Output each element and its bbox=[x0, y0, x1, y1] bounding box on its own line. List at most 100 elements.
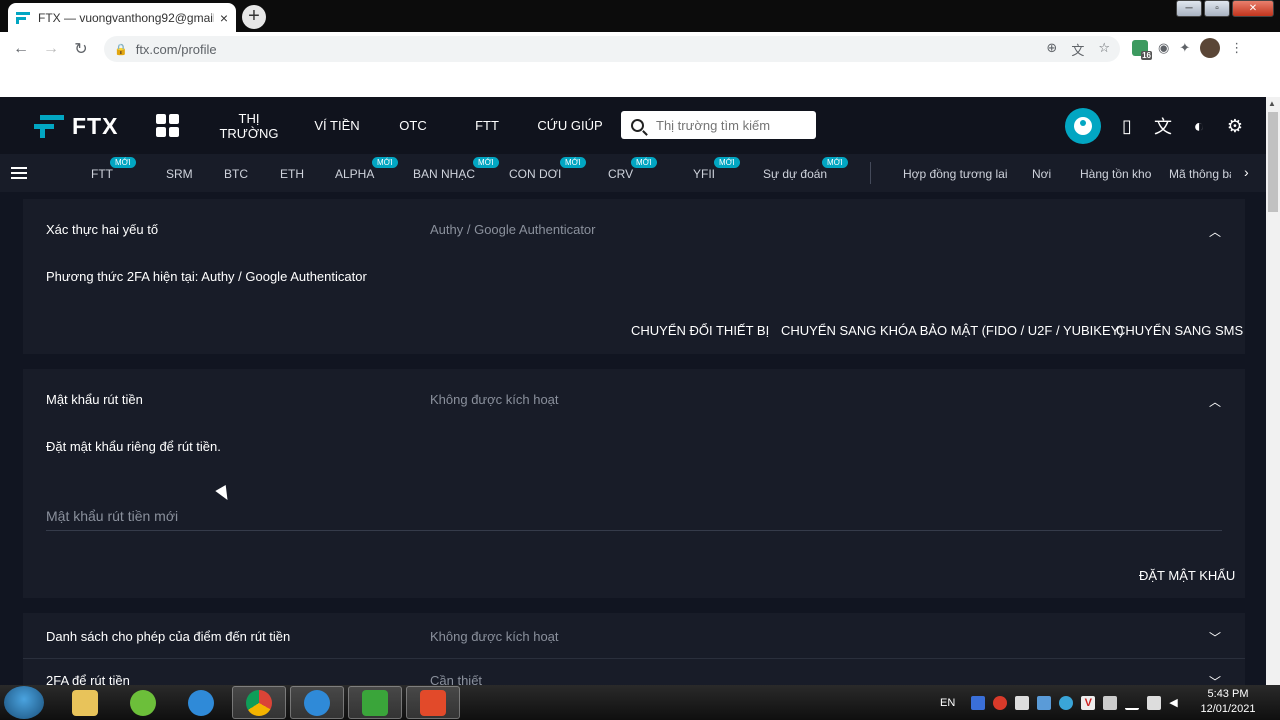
tray-app-4-icon[interactable] bbox=[1059, 695, 1074, 710]
extensions-puzzle-icon[interactable]: ✦ bbox=[1179, 40, 1190, 56]
clock-time: 5:43 PM bbox=[1207, 688, 1249, 700]
twofa-current-method: Phương thức 2FA hiện tại: Authy / Google… bbox=[46, 269, 367, 284]
profile-avatar[interactable] bbox=[1200, 38, 1221, 58]
withdraw-password-title[interactable]: Mật khẩu rút tiền bbox=[46, 392, 143, 407]
opera-tray-icon[interactable] bbox=[993, 695, 1008, 710]
twofa-withdraw-title: 2FA để rút tiền bbox=[46, 673, 130, 685]
menu-kebab-icon[interactable]: ⋮ bbox=[1230, 40, 1243, 56]
ie-2-taskbar-icon[interactable] bbox=[290, 686, 344, 719]
withdraw-password-description: Đặt mật khẩu riêng để rút tiền. bbox=[46, 439, 221, 454]
category-srm[interactable]: SRM bbox=[166, 167, 193, 181]
chevron-up-icon[interactable]: ︿ bbox=[1209, 223, 1221, 240]
app-green-taskbar-icon[interactable] bbox=[116, 686, 170, 719]
hamburger-menu-icon[interactable] bbox=[11, 167, 27, 179]
tray-device-icon[interactable] bbox=[1147, 695, 1162, 710]
category-predictions[interactable]: Sự dự đoán bbox=[763, 167, 827, 181]
maximize-button[interactable]: ▫ bbox=[1204, 0, 1230, 17]
language-icon[interactable]: 文 bbox=[1153, 113, 1173, 139]
tray-app-icon[interactable] bbox=[971, 695, 986, 710]
tray-app-3-icon[interactable] bbox=[1037, 695, 1052, 710]
category-crv[interactable]: CRV bbox=[608, 167, 633, 181]
new-tab-button[interactable]: + bbox=[242, 5, 266, 29]
taskbar-clock[interactable]: 5:43 PM 12/01/2021 bbox=[1196, 687, 1260, 717]
twofa-withdraw-panel[interactable]: 2FA để rút tiền Cần thiết ﹀ bbox=[23, 659, 1245, 685]
category-ftt[interactable]: FTT bbox=[91, 167, 113, 181]
scroll-up-icon[interactable]: ▲ bbox=[1268, 99, 1276, 108]
ftx-logo-icon bbox=[34, 114, 64, 139]
category-alpha[interactable]: ALPHA bbox=[335, 167, 374, 181]
tray-flag-icon[interactable] bbox=[1103, 695, 1118, 710]
minimize-button[interactable]: ─ bbox=[1176, 0, 1202, 17]
tray-app-2-icon[interactable] bbox=[1015, 695, 1030, 710]
tray-v-icon[interactable]: V bbox=[1081, 695, 1096, 710]
category-spot[interactable]: Nơi bbox=[1032, 167, 1051, 181]
tab-close-icon[interactable]: × bbox=[220, 10, 228, 26]
nav-ftt[interactable]: FTT bbox=[467, 118, 507, 133]
address-bar[interactable]: 🔒 ftx.com/profile ⊕ 文 ☆ bbox=[104, 36, 1120, 62]
browser-toolbar: ← → ↻ 🔒 ftx.com/profile ⊕ 文 ☆ 16 ◉ ✦ ⋮ bbox=[0, 32, 1280, 66]
settings-gear-icon[interactable]: ⚙ bbox=[1225, 116, 1245, 137]
category-yfii[interactable]: YFII bbox=[693, 167, 715, 181]
chevron-down-icon[interactable]: ﹀ bbox=[1209, 629, 1221, 646]
whitelist-title: Danh sách cho phép của điểm đến rút tiền bbox=[46, 629, 291, 644]
ie-taskbar-icon[interactable] bbox=[174, 686, 228, 719]
category-tokens[interactable]: Mã thông báo bbox=[1169, 167, 1231, 181]
back-icon[interactable]: ← bbox=[6, 40, 36, 58]
translate-icon[interactable]: 文 bbox=[1071, 40, 1084, 59]
search-box[interactable] bbox=[621, 111, 816, 139]
new-badge: MỚI bbox=[473, 157, 499, 168]
category-inventory[interactable]: Hàng tồn kho bbox=[1080, 167, 1151, 181]
browser-tab[interactable]: FTX — vuongvanthong92@gmail × bbox=[8, 3, 236, 32]
extension-2-icon[interactable]: ◉ bbox=[1158, 40, 1169, 56]
explorer-taskbar-icon[interactable] bbox=[58, 686, 112, 719]
new-withdraw-password-input[interactable] bbox=[46, 501, 1222, 531]
search-input[interactable] bbox=[656, 117, 806, 133]
ftx-favicon-icon bbox=[16, 11, 30, 24]
scrollbar-thumb[interactable] bbox=[1268, 112, 1278, 212]
camtasia-recorder-taskbar-icon[interactable] bbox=[406, 686, 460, 719]
camtasia-taskbar-icon[interactable] bbox=[348, 686, 402, 719]
new-badge: MỚI bbox=[372, 157, 398, 168]
nav-help[interactable]: CỨU GIÚP bbox=[535, 118, 605, 133]
extension-icon[interactable]: 16 bbox=[1132, 40, 1152, 60]
category-bar: FTT MỚI SRM BTC ETH ALPHA MỚI BAN NHẠC M… bbox=[0, 154, 1266, 192]
mobile-phone-icon[interactable]: ▯ bbox=[1117, 116, 1137, 137]
switch-sms-button[interactable]: CHUYỂN SANG SMS bbox=[1116, 323, 1243, 338]
apps-grid-icon[interactable] bbox=[156, 114, 179, 137]
category-futures[interactable]: Hợp đồng tương lai bbox=[903, 167, 1008, 181]
url-text[interactable]: ftx.com/profile bbox=[136, 42, 217, 57]
withdraw-whitelist-panel[interactable]: Danh sách cho phép của điểm đến rút tiền… bbox=[23, 613, 1245, 658]
theme-toggle-icon[interactable]: ◐ bbox=[1189, 116, 1209, 137]
start-button[interactable] bbox=[4, 686, 44, 719]
chevron-down-icon[interactable]: ﹀ bbox=[1209, 673, 1221, 685]
category-eth[interactable]: ETH bbox=[280, 167, 304, 181]
chevron-right-icon[interactable]: › bbox=[1244, 164, 1249, 180]
category-con-doi[interactable]: CON DƠI bbox=[509, 167, 561, 181]
bookmark-star-icon[interactable]: ☆ bbox=[1098, 40, 1110, 59]
twofa-title[interactable]: Xác thực hai yếu tố bbox=[46, 222, 158, 237]
network-icon[interactable] bbox=[1125, 696, 1140, 710]
install-icon[interactable]: ⊕ bbox=[1046, 40, 1057, 59]
window-close-button[interactable]: ✕ bbox=[1232, 0, 1274, 17]
language-indicator[interactable]: EN bbox=[940, 697, 955, 709]
category-ban-nhac[interactable]: BAN NHẠC bbox=[413, 167, 475, 181]
twofa-withdraw-status: Cần thiết bbox=[430, 673, 483, 685]
nav-wallet[interactable]: VÍ TIỀN bbox=[307, 118, 367, 133]
nav-otc[interactable]: OTC bbox=[387, 118, 439, 133]
ftx-logo[interactable]: FTX bbox=[34, 113, 118, 140]
new-badge: MỚI bbox=[560, 157, 586, 168]
category-btc[interactable]: BTC bbox=[224, 167, 248, 181]
reload-icon[interactable]: ↻ bbox=[66, 39, 96, 59]
user-account-icon[interactable] bbox=[1065, 108, 1101, 144]
lock-icon[interactable]: 🔒 bbox=[114, 43, 128, 56]
windows-taskbar: EN V ◀ 5:43 PM 12/01/2021 bbox=[0, 685, 1280, 720]
set-password-button[interactable]: ĐẶT MẬT KHẨU bbox=[1139, 568, 1235, 583]
volume-icon[interactable]: ◀ bbox=[1169, 696, 1183, 710]
window-controls: ─ ▫ ✕ bbox=[1176, 0, 1274, 17]
chrome-taskbar-icon[interactable] bbox=[232, 686, 286, 719]
switch-device-button[interactable]: CHUYỂN ĐỔI THIẾT BỊ bbox=[631, 323, 769, 338]
chevron-up-icon[interactable]: ︿ bbox=[1209, 393, 1221, 410]
switch-security-key-button[interactable]: CHUYỂN SANG KHÓA BẢO MẬT (FIDO / U2F / Y… bbox=[781, 323, 1124, 338]
forward-icon[interactable]: → bbox=[36, 40, 66, 58]
nav-markets[interactable]: THỊ TRƯỜNG bbox=[209, 111, 289, 141]
